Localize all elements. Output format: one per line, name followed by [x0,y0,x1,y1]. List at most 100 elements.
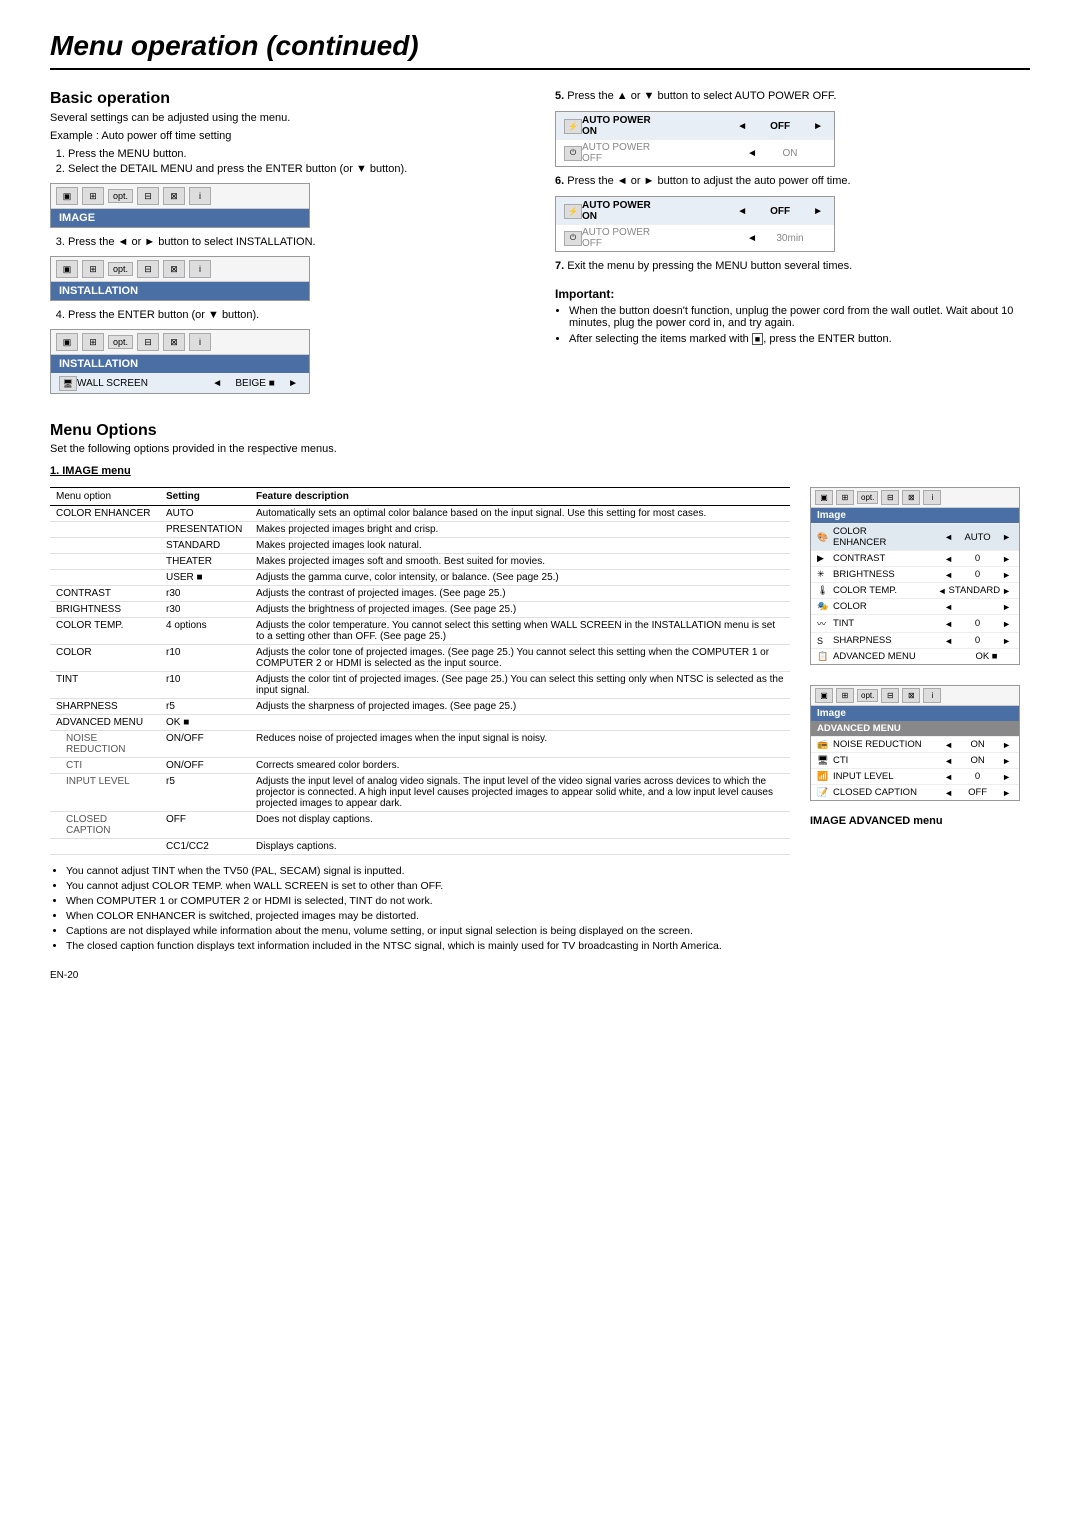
cell-setting: r10 [160,645,250,672]
brightness-right: ► [1000,570,1013,580]
bottom-note-item: Captions are not displayed while informa… [66,925,790,937]
color-icon: 🎭 [817,601,833,612]
cell-description: Reduces noise of projected images when t… [250,731,790,758]
bottom-note-item: When COLOR ENHANCER is switched, project… [66,910,790,922]
image-menu-rows: 🎨 COLORENHANCER ◄ AUTO ► ▶ CONTRAST ◄ 0 … [811,523,1019,664]
auto-power-on-icon: ⚡ [564,119,582,134]
wall-screen-right-arrow: ► [285,378,301,389]
cell-option: INPUT LEVEL [50,774,160,812]
brightness-left: ◄ [942,570,955,580]
table-row: COLOR TEMP.4 optionsAdjusts the color te… [50,618,790,645]
cell-setting: 4 options [160,618,250,645]
input-level-icon: 📶 [817,771,833,782]
adv-row-input-level: 📶 INPUT LEVEL ◄ 0 ► [811,768,1019,784]
closed-caption-right: ► [1000,788,1013,798]
step-4: Press the ENTER button (or ▼ button). [68,309,525,321]
adv-imb-icon-display: ⊞ [836,688,854,703]
noise-left: ◄ [942,740,955,750]
cell-option [50,839,160,855]
cell-description: Automatically sets an optimal color bala… [250,506,790,522]
cell-description: Adjusts the gamma curve, color intensity… [250,570,790,586]
menu-header-image: IMAGE [51,209,309,227]
cell-setting: STANDARD [160,538,250,554]
table-row: CTION/OFFCorrects smeared color borders. [50,758,790,774]
basic-operation-subtitle: Several settings can be adjusted using t… [50,112,525,124]
closed-caption-left: ◄ [942,788,955,798]
col-header-description: Feature description [250,488,790,506]
bottom-notes: You cannot adjust TINT when the TV50 (PA… [50,865,790,952]
step-3: Press the ◄ or ► button to select INSTAL… [68,236,525,248]
adv-menu-icon: 📋 [817,651,833,662]
cti-value: ON [955,755,1000,766]
footer-page-number: EN-20 [50,970,1030,981]
auto-power-off-label: AUTO POWEROFF [582,142,744,164]
brightness-icon: ✳ [817,569,833,580]
menu-icon-info-2: i [189,260,211,278]
adv-imb-opt-label: opt. [857,689,878,702]
cell-option: COLOR ENHANCER [50,506,160,522]
input-level-label: INPUT LEVEL [833,771,942,782]
cell-setting: USER ■ [160,570,250,586]
auto-power-right-1: ► [810,121,826,132]
color-enhancer-value: AUTO [955,532,1000,543]
menu-icon-display-3: ⊞ [82,333,104,351]
cell-setting: THEATER [160,554,250,570]
cell-setting: r30 [160,586,250,602]
color-enhancer-left: ◄ [942,532,955,542]
noise-value: ON [955,739,1000,750]
menu-icon-info-3: i [189,333,211,351]
bottom-note-item: You cannot adjust TINT when the TV50 (PA… [66,865,790,877]
brightness-label: BRIGHTNESS [833,569,942,580]
auto-power-off-icon-2: ⏻ [564,231,582,246]
menu-icons-bar: ▣ ⊞ opt. ⊟ ⊠ i [51,184,309,209]
basic-operation-section: Basic operation Several settings can be … [50,90,525,402]
tint-left: ◄ [942,619,955,629]
cell-setting: PRESENTATION [160,522,250,538]
noise-icon: 📻 [817,739,833,750]
noise-label: NOISE REDUCTION [833,739,942,750]
cti-left: ◄ [942,756,955,766]
col-header-option: Menu option [50,488,160,506]
adv-imb-icon-info: i [923,688,941,703]
auto-power-row-4: ⏻ AUTO POWEROFF ◄ 30min [556,224,834,251]
bottom-note-item: When COMPUTER 1 or COMPUTER 2 or HDMI is… [66,895,790,907]
menu-icon-grid: ⊠ [163,187,185,205]
wall-screen-label: WALL SCREEN [77,378,209,389]
table-row: ADVANCED MENUOK ■ [50,715,790,731]
imb-icon-settings: ⊟ [881,490,899,505]
auto-power-row-2: ⏻ AUTO POWEROFF ◄ ON [556,139,834,166]
cell-setting: OFF [160,812,250,839]
page-title: Menu operation (continued) [50,30,1030,70]
auto-power-left-2: ◄ [744,148,760,159]
table-row: CLOSED CAPTIONOFFDoes not display captio… [50,812,790,839]
table-row: SHARPNESSr5Adjusts the sharpness of proj… [50,699,790,715]
contrast-icon: ▶ [817,553,833,564]
input-level-value: 0 [955,771,1000,782]
color-enhancer-label: COLORENHANCER [833,526,942,548]
table-row: NOISE REDUCTIONON/OFFReduces noise of pr… [50,731,790,758]
menu-header-installation: INSTALLATION [51,282,309,300]
cell-setting: ON/OFF [160,731,250,758]
wall-screen-value: BEIGE ■ [225,378,285,389]
auto-power-off-label-2: AUTO POWEROFF [582,227,744,249]
menu-icon-grid-2: ⊠ [163,260,185,278]
imb-icon-display: ⊞ [836,490,854,505]
imb-opt-label: opt. [857,491,878,504]
right-menus: ▣ ⊞ opt. ⊟ ⊠ i Image 🎨 COLORENHANCER ◄ A… [810,487,1030,955]
step-2: Select the DETAIL MENU and press the ENT… [68,163,525,175]
color-enhancer-icon: 🎨 [817,532,833,543]
menu-icon-settings-3: ⊟ [137,333,159,351]
image-advanced-label: IMAGE ADVANCED menu [810,815,943,827]
enter-icon: ■ [752,333,763,345]
cell-setting: AUTO [160,506,250,522]
input-level-left: ◄ [942,772,955,782]
cell-option [50,554,160,570]
auto-power-on-label: AUTO POWERON [582,115,734,137]
steps-list-3: Press the ENTER button (or ▼ button). [50,309,525,321]
important-list: When the button doesn't function, unplug… [555,305,1030,345]
important-section: Important: When the button doesn't funct… [555,287,1030,345]
cell-description: Adjusts the color tint of projected imag… [250,672,790,699]
auto-power-box-1: ⚡ AUTO POWERON ◄ OFF ► ⏻ AUTO POWEROFF ◄… [555,111,835,167]
auto-power-box-2: ⚡ AUTO POWERON ◄ OFF ► ⏻ AUTO POWEROFF ◄… [555,196,835,252]
closed-caption-label: CLOSED CAPTION [833,787,942,798]
